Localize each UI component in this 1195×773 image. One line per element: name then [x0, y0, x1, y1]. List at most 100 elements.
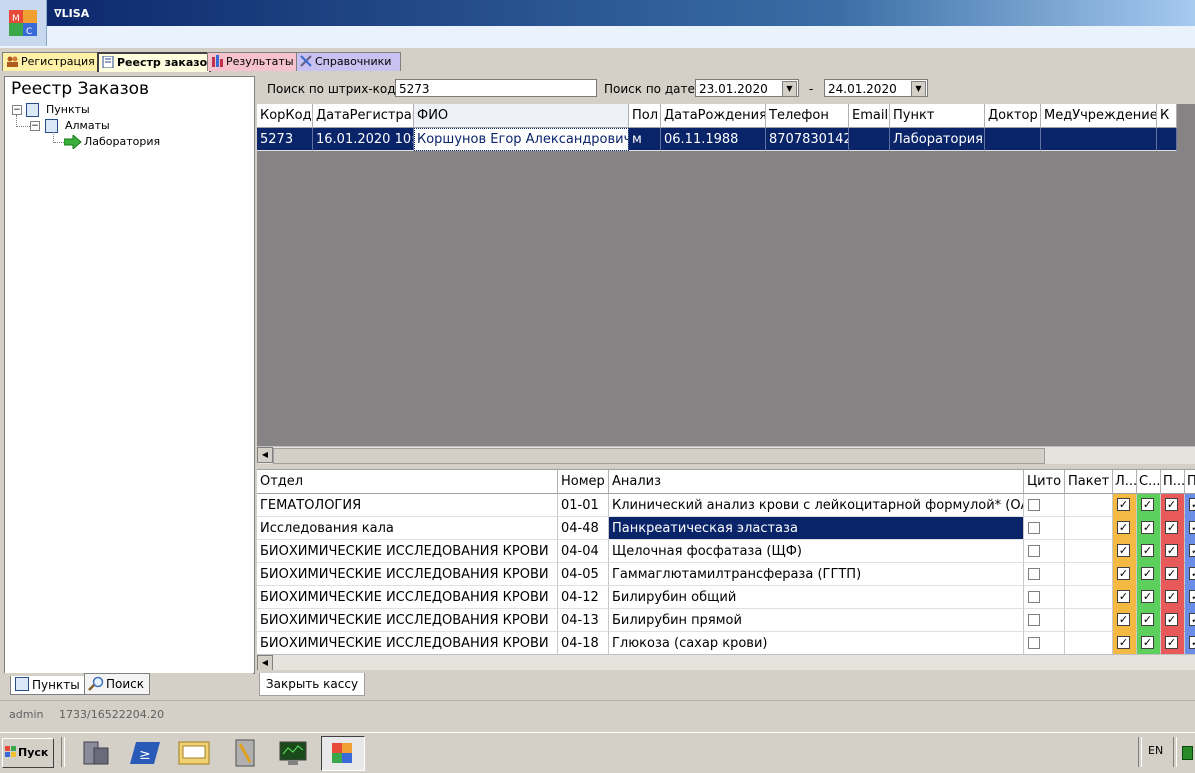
orders-col-doctor[interactable]: Доктор	[985, 104, 1041, 128]
tests-flag-c[interactable]: ✓	[1137, 563, 1161, 586]
tests-cell-department[interactable]: БИОХИМИЧЕСКИЕ ИССЛЕДОВАНИЯ КРОВИ	[257, 540, 558, 563]
check-icon[interactable]: ✓	[1141, 567, 1154, 580]
tests-flag-p[interactable]: ✓	[1161, 494, 1185, 517]
orders-cell-point[interactable]: Лаборатория	[890, 128, 985, 151]
tests-col-l[interactable]: Л...	[1113, 470, 1137, 494]
check-icon[interactable]: ✓	[1117, 613, 1130, 626]
cito-checkbox-cell[interactable]	[1024, 517, 1065, 540]
cito-checkbox[interactable]	[1028, 545, 1040, 557]
check-icon[interactable]: ✓	[1165, 636, 1178, 649]
tests-flag-l[interactable]: ✓	[1113, 494, 1137, 517]
tests-flag-l[interactable]: ✓	[1113, 540, 1137, 563]
tests-flag-p2[interactable]: ✓	[1185, 540, 1195, 563]
orders-col-sex[interactable]: Пол	[629, 104, 661, 128]
check-icon[interactable]: ✓	[1189, 590, 1195, 603]
barcode-search-input[interactable]: 5273	[395, 79, 597, 97]
tests-cell-analysis[interactable]: Клинический анализ крови с лейкоцитарной…	[609, 494, 1024, 517]
check-icon[interactable]: ✓	[1165, 498, 1178, 511]
tests-flag-p2[interactable]: ✓	[1185, 494, 1195, 517]
tab-points[interactable]: Пункты	[10, 676, 86, 695]
tray-status-icon[interactable]	[1182, 746, 1193, 760]
tests-hscroll[interactable]: ◀	[257, 654, 1195, 670]
check-icon[interactable]: ✓	[1117, 498, 1130, 511]
tree-collapse-city[interactable]: −	[30, 121, 40, 131]
tests-col-number[interactable]: Номер	[558, 470, 609, 494]
cito-checkbox[interactable]	[1028, 591, 1040, 603]
tests-cell-department[interactable]: ГЕМАТОЛОГИЯ	[257, 494, 558, 517]
start-button[interactable]: Пуск	[2, 738, 54, 768]
explorer-icon[interactable]	[177, 736, 211, 769]
orders-cell-med-inst[interactable]	[1041, 128, 1157, 151]
tests-col-analysis[interactable]: Анализ	[609, 470, 1024, 494]
check-icon[interactable]: ✓	[1117, 567, 1130, 580]
orders-col-point[interactable]: Пункт	[890, 104, 985, 128]
check-icon[interactable]: ✓	[1117, 521, 1130, 534]
date-to-picker[interactable]: 24.01.2020 ▼	[824, 79, 928, 97]
tests-cell-number[interactable]: 04-05	[558, 563, 609, 586]
tab-registration[interactable]: Регистрация	[2, 52, 99, 71]
tests-col-p2[interactable]: П	[1185, 470, 1195, 494]
orders-col-k[interactable]: К	[1157, 104, 1177, 128]
tests-flag-p[interactable]: ✓	[1161, 517, 1185, 540]
tests-flag-p2[interactable]: ✓	[1185, 517, 1195, 540]
tests-cell-analysis[interactable]: Панкреатическая эластаза	[609, 517, 1024, 540]
check-icon[interactable]: ✓	[1165, 590, 1178, 603]
tests-col-department[interactable]: Отдел	[257, 470, 558, 494]
check-icon[interactable]: ✓	[1189, 544, 1195, 557]
tests-cell-number[interactable]: 04-18	[558, 632, 609, 655]
cito-checkbox[interactable]	[1028, 522, 1040, 534]
tests-cell-department[interactable]: БИОХИМИЧЕСКИЕ ИССЛЕДОВАНИЯ КРОВИ	[257, 609, 558, 632]
tests-flag-c[interactable]: ✓	[1137, 540, 1161, 563]
cito-checkbox-cell[interactable]	[1024, 540, 1065, 563]
cito-checkbox-cell[interactable]	[1024, 632, 1065, 655]
tests-col-packet[interactable]: Пакет	[1065, 470, 1113, 494]
tests-flag-p[interactable]: ✓	[1161, 586, 1185, 609]
tests-flag-p[interactable]: ✓	[1161, 609, 1185, 632]
tree-item-points[interactable]: Пункты	[46, 103, 90, 116]
check-icon[interactable]: ✓	[1141, 613, 1154, 626]
cito-checkbox[interactable]	[1028, 499, 1040, 511]
tests-cell-analysis[interactable]: Гаммаглютамилтрансфераза (ГГТП)	[609, 563, 1024, 586]
tests-flag-c[interactable]: ✓	[1137, 517, 1161, 540]
orders-cell-sex[interactable]: м	[629, 128, 661, 151]
orders-col-med-inst[interactable]: МедУчреждение	[1041, 104, 1157, 128]
scroll-left-icon[interactable]: ◀	[257, 447, 273, 463]
cito-checkbox-cell[interactable]	[1024, 586, 1065, 609]
tab-results[interactable]: Результаты	[207, 52, 298, 71]
check-icon[interactable]: ✓	[1117, 636, 1130, 649]
orders-cell-reg-date[interactable]: 16.01.2020 10:47:09	[313, 128, 414, 151]
tab-orders-registry[interactable]: Реестр заказов	[97, 52, 211, 72]
chevron-down-icon[interactable]: ▼	[911, 81, 926, 97]
language-indicator[interactable]: EN	[1148, 744, 1163, 757]
check-icon[interactable]: ✓	[1189, 498, 1195, 511]
tests-flag-p[interactable]: ✓	[1161, 540, 1185, 563]
tests-flag-p2[interactable]: ✓	[1185, 632, 1195, 655]
check-icon[interactable]: ✓	[1189, 567, 1195, 580]
tests-cell-department[interactable]: БИОХИМИЧЕСКИЕ ИССЛЕДОВАНИЯ КРОВИ	[257, 632, 558, 655]
tests-flag-p[interactable]: ✓	[1161, 632, 1185, 655]
tests-col-cito[interactable]: Цито	[1024, 470, 1065, 494]
orders-col-email[interactable]: Email	[849, 104, 890, 128]
cito-checkbox[interactable]	[1028, 568, 1040, 580]
orders-col-korkod[interactable]: КорКод	[257, 104, 313, 128]
tests-flag-l[interactable]: ✓	[1113, 632, 1137, 655]
orders-cell-k[interactable]	[1157, 128, 1177, 151]
tests-flag-c[interactable]: ✓	[1137, 494, 1161, 517]
chevron-down-icon[interactable]: ▼	[782, 81, 797, 97]
cito-checkbox[interactable]	[1028, 637, 1040, 649]
monitor-icon[interactable]	[276, 736, 310, 769]
server-manager-icon[interactable]	[78, 736, 112, 769]
tests-flag-c[interactable]: ✓	[1137, 632, 1161, 655]
tree-collapse-root[interactable]: −	[12, 105, 22, 115]
lisa-app-taskbar-icon[interactable]	[321, 736, 365, 771]
check-icon[interactable]: ✓	[1189, 636, 1195, 649]
orders-cell-email[interactable]	[849, 128, 890, 151]
tests-cell-number[interactable]: 04-04	[558, 540, 609, 563]
tests-cell-analysis[interactable]: Билирубин общий	[609, 586, 1024, 609]
check-icon[interactable]: ✓	[1189, 521, 1195, 534]
tests-flag-p2[interactable]: ✓	[1185, 609, 1195, 632]
scroll-thumb[interactable]	[273, 448, 1045, 464]
check-icon[interactable]: ✓	[1141, 544, 1154, 557]
tests-col-c[interactable]: С...	[1137, 470, 1161, 494]
check-icon[interactable]: ✓	[1141, 590, 1154, 603]
